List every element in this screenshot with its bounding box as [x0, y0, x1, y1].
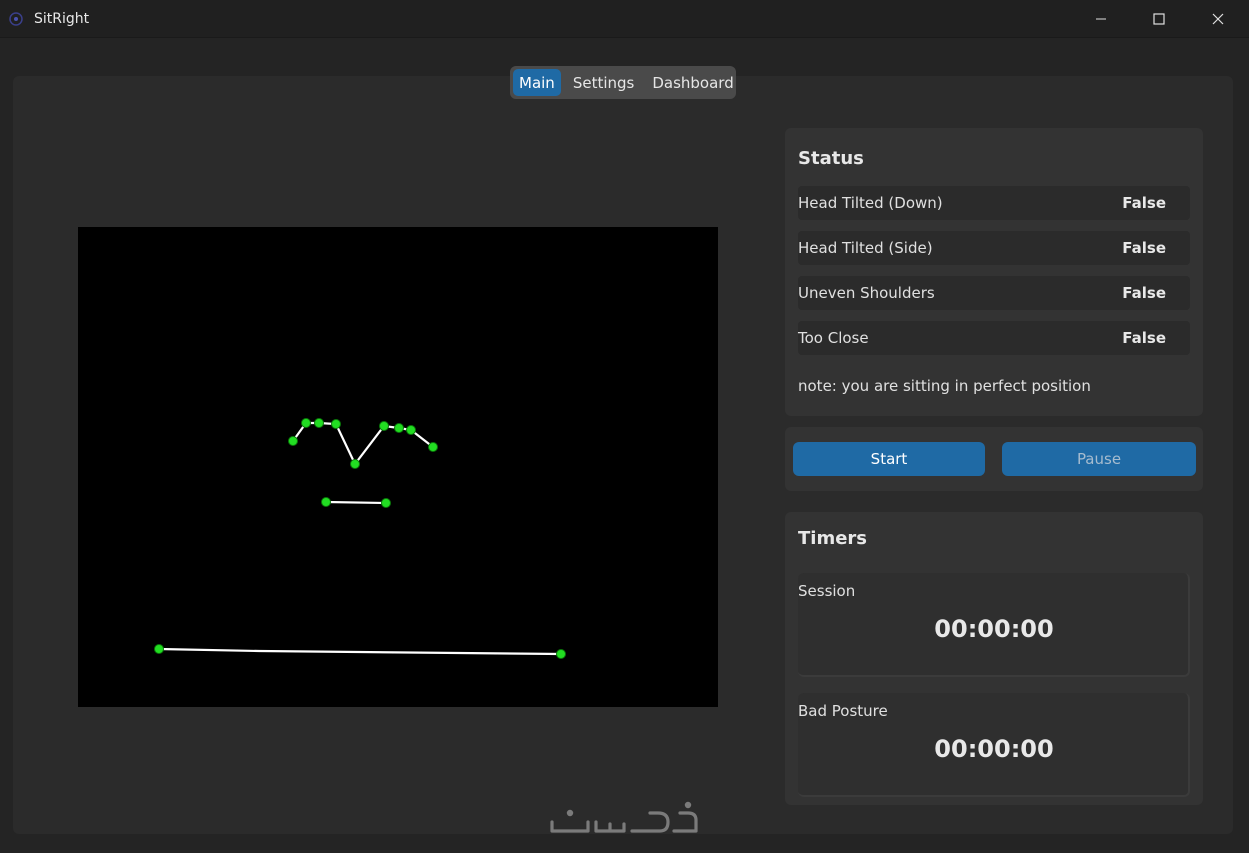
- status-row-uneven-shoulders: Uneven Shoulders False: [798, 276, 1190, 310]
- status-row-too-close: Too Close False: [798, 321, 1190, 355]
- status-label: Uneven Shoulders: [798, 284, 935, 302]
- close-button[interactable]: [1195, 0, 1241, 38]
- sitright-logo-icon: [9, 12, 23, 26]
- session-timer: Session 00:00:00: [798, 573, 1190, 677]
- minimize-button[interactable]: [1078, 0, 1124, 38]
- maximize-button[interactable]: [1136, 0, 1182, 38]
- tab-main[interactable]: Main: [513, 69, 561, 96]
- title-bar: SitRight: [0, 0, 1249, 38]
- controls-panel: Start Pause: [785, 427, 1203, 491]
- landmark-point: [321, 497, 331, 507]
- tab-bar: Main Settings Dashboard: [510, 66, 736, 99]
- status-value: False: [1122, 239, 1166, 257]
- timers-heading: Timers: [798, 528, 868, 549]
- minimize-icon: [1096, 18, 1106, 20]
- status-value: False: [1122, 329, 1166, 347]
- status-label: Head Tilted (Side): [798, 239, 933, 257]
- camera-preview: [78, 227, 718, 707]
- timers-panel: Timers Session 00:00:00 Bad Posture 00:0…: [785, 512, 1203, 805]
- skeleton-lines: [158, 421, 562, 656]
- close-icon: [1212, 13, 1224, 25]
- landmark-point: [350, 459, 360, 469]
- landmark-point: [428, 442, 438, 452]
- bad-posture-timer: Bad Posture 00:00:00: [798, 693, 1190, 797]
- timer-label: Bad Posture: [798, 702, 888, 720]
- landmark-point: [301, 418, 311, 428]
- landmark-point: [381, 498, 391, 508]
- status-heading: Status: [798, 148, 864, 169]
- status-value: False: [1122, 194, 1166, 212]
- timer-value: 00:00:00: [934, 615, 1054, 643]
- watermark-logo: [550, 801, 698, 833]
- landmark-points: [154, 418, 566, 659]
- status-note: note: you are sitting in perfect positio…: [798, 377, 1091, 395]
- pose-skeleton: [154, 418, 566, 659]
- landmark-point: [314, 418, 324, 428]
- landmark-point: [154, 644, 164, 654]
- window-title: SitRight: [34, 11, 90, 27]
- tab-dashboard[interactable]: Dashboard: [646, 69, 739, 96]
- status-row-head-tilted-down: Head Tilted (Down) False: [798, 186, 1190, 220]
- landmark-point: [288, 436, 298, 446]
- status-label: Too Close: [798, 329, 869, 347]
- tab-settings[interactable]: Settings: [567, 69, 641, 96]
- status-value: False: [1122, 284, 1166, 302]
- landmark-point: [394, 423, 404, 433]
- pause-button[interactable]: Pause: [1002, 442, 1196, 476]
- landmark-point: [331, 419, 341, 429]
- status-panel: Status Head Tilted (Down) False Head Til…: [785, 128, 1203, 416]
- maximize-icon: [1153, 13, 1165, 25]
- landmark-point: [379, 421, 389, 431]
- status-label: Head Tilted (Down): [798, 194, 943, 212]
- timer-label: Session: [798, 582, 856, 600]
- landmark-point: [556, 649, 566, 659]
- status-row-head-tilted-side: Head Tilted (Side) False: [798, 231, 1190, 265]
- start-button[interactable]: Start: [793, 442, 985, 476]
- timer-value: 00:00:00: [934, 735, 1054, 763]
- landmark-point: [406, 425, 416, 435]
